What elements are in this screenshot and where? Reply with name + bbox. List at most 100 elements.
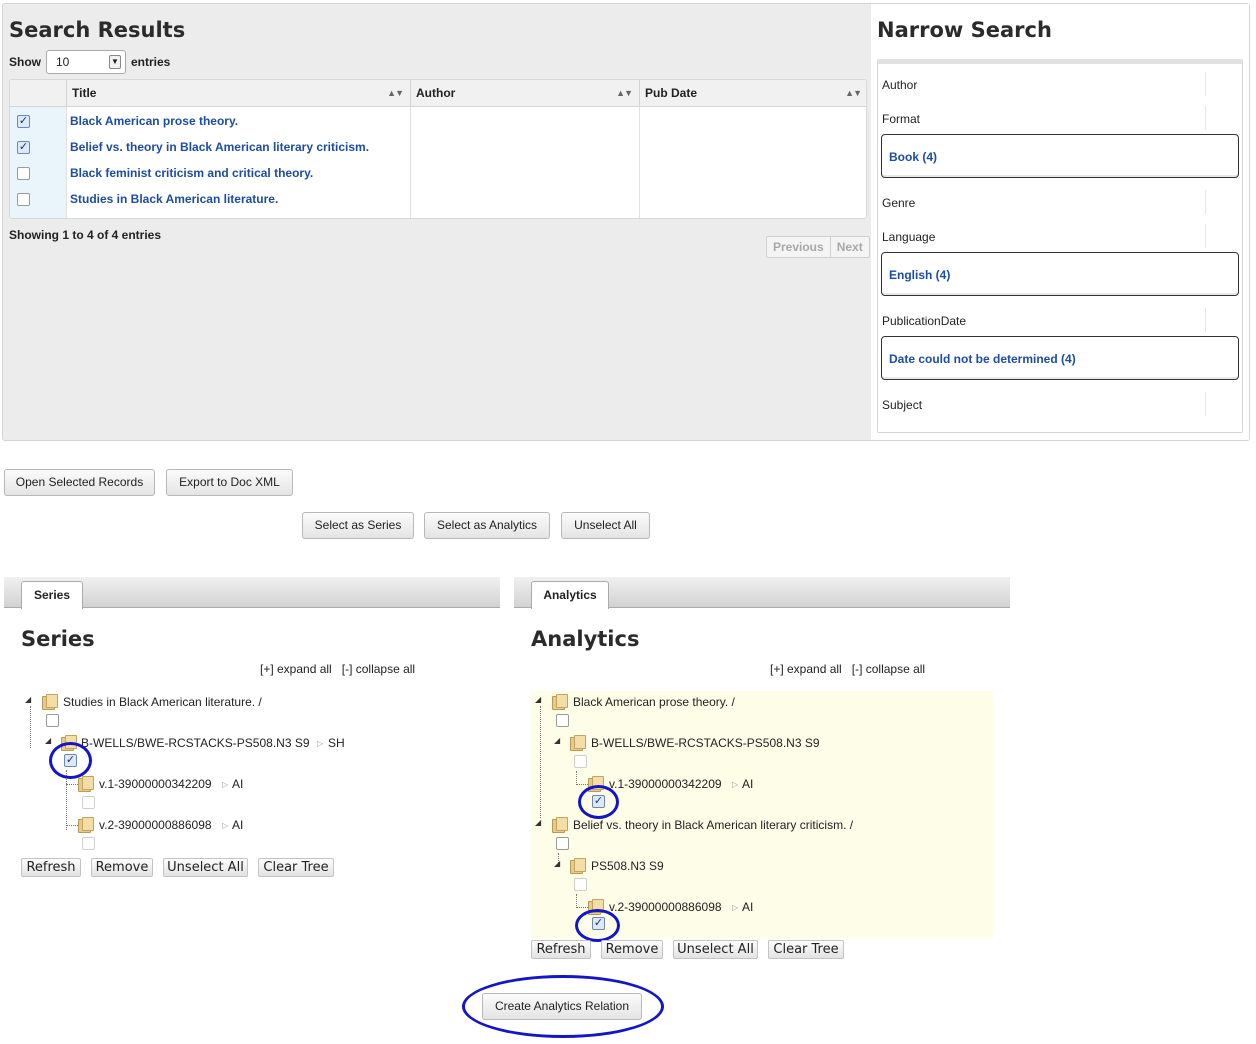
tree-node-label[interactable]: PS508.N3 S9 — [591, 859, 664, 873]
annotation-circle — [49, 742, 92, 779]
unselect-all-button[interactable]: Unselect All — [561, 512, 650, 539]
tree-expand-icon[interactable]: ◢ — [45, 736, 51, 745]
tree-node-label[interactable]: B-WELLS/BWE-RCSTACKS-PS508.N3 S9 — [591, 736, 820, 750]
tree-node-checkbox[interactable] — [556, 837, 569, 850]
tree-node-label[interactable]: v.2-39000000886098 — [99, 818, 212, 832]
tree-node-checkbox[interactable] — [46, 714, 59, 727]
facet-format[interactable]: Format — [882, 112, 920, 126]
show-label: Show — [9, 55, 41, 69]
expand-all-link[interactable]: [+] expand all — [770, 662, 842, 676]
analytics-clear-tree-button[interactable]: Clear Tree — [768, 940, 844, 959]
facet-language-value-label: English (4) — [889, 268, 951, 282]
pagination: Previous Next — [766, 236, 870, 258]
series-remove-button[interactable]: Remove — [91, 858, 153, 877]
collapse-all-link[interactable]: [-] collapse all — [342, 662, 415, 676]
folder-icon — [552, 694, 568, 710]
tree-node-checkbox[interactable] — [574, 878, 587, 891]
tree-expand-icon[interactable]: ◢ — [554, 859, 560, 868]
tree-node-label[interactable]: v.1-39000000342209 — [99, 777, 212, 791]
tree-node-checkbox[interactable] — [574, 755, 587, 768]
tree-node-tag: AI — [232, 777, 244, 791]
row-checkbox[interactable]: ✓ — [17, 141, 30, 154]
tree-type-arrow-icon: ▷ — [317, 739, 324, 748]
tree-node-checkbox[interactable] — [82, 837, 95, 850]
search-results-pane: Search Results Show 10 ▼ entries Title ▲… — [3, 4, 871, 440]
series-unselect-all-button[interactable]: Unselect All — [163, 858, 248, 877]
select-as-series-button[interactable]: Select as Series — [302, 512, 414, 539]
tree-type-arrow-icon: ▷ — [732, 903, 739, 912]
expand-all-link[interactable]: [+] expand all — [260, 662, 332, 676]
annotation-circle — [575, 909, 620, 942]
results-table: Title ▲▼ Author ▲▼ Pub Date ▲▼ ✓ Black A… — [9, 79, 867, 219]
column-title-label: Title — [72, 86, 97, 100]
open-selected-records-button[interactable]: Open Selected Records — [4, 469, 155, 496]
facet-author[interactable]: Author — [882, 78, 917, 92]
series-refresh-button[interactable]: Refresh — [21, 858, 81, 877]
table-header: Title ▲▼ Author ▲▼ Pub Date ▲▼ — [10, 80, 866, 107]
tree-node-label[interactable]: B-WELLS/BWE-RCSTACKS-PS508.N3 S9 — [81, 736, 310, 750]
showing-entries-text: Showing 1 to 4 of 4 entries — [9, 228, 162, 242]
tree-node-label[interactable]: Belief vs. theory in Black American lite… — [573, 818, 853, 832]
analytics-unselect-all-button[interactable]: Unselect All — [673, 940, 758, 959]
tree-node-checkbox[interactable] — [556, 714, 569, 727]
tree-node-checkbox[interactable] — [82, 796, 95, 809]
record-title-link[interactable]: Black American prose theory. — [70, 114, 238, 128]
facet-subject[interactable]: Subject — [882, 398, 922, 412]
analytics-refresh-button[interactable]: Refresh — [531, 940, 591, 959]
show-entries-row: Show 10 ▼ entries — [9, 50, 170, 74]
tree-node-label[interactable]: Studies in Black American literature. / — [63, 695, 262, 709]
tree-node-label[interactable]: v.2-39000000886098 — [609, 900, 722, 914]
entries-select[interactable]: 10 ▼ — [46, 50, 126, 74]
row-checkbox[interactable]: ✓ — [17, 115, 30, 128]
record-title-link[interactable]: Studies in Black American literature. — [70, 192, 278, 206]
facet-format-value-label: Book (4) — [889, 150, 937, 164]
series-expand-controls: [+] expand all [-] collapse all — [260, 662, 415, 676]
facet-format-value[interactable]: Book (4) — [881, 134, 1239, 178]
tree-node-label[interactable]: Black American prose theory. / — [573, 695, 735, 709]
facet-language[interactable]: Language — [882, 230, 935, 244]
tab-series[interactable]: Series — [21, 581, 83, 609]
column-header-title[interactable]: Title ▲▼ — [66, 80, 410, 107]
facet-publication-date[interactable]: PublicationDate — [882, 314, 966, 328]
tree-expand-icon[interactable]: ◢ — [535, 818, 541, 827]
record-title-link[interactable]: Black feminist criticism and critical th… — [70, 166, 313, 180]
collapse-all-link[interactable]: [-] collapse all — [852, 662, 925, 676]
tree-type-arrow-icon: ▷ — [222, 821, 229, 830]
tree-node-tag: AI — [742, 900, 754, 914]
column-author-label: Author — [416, 86, 456, 100]
tab-analytics[interactable]: Analytics — [531, 581, 609, 609]
tree-node-label[interactable]: v.1-39000000342209 — [609, 777, 722, 791]
series-tab-bar: Series — [4, 577, 500, 609]
series-clear-tree-button[interactable]: Clear Tree — [258, 858, 334, 877]
record-title-link[interactable]: Belief vs. theory in Black American lite… — [70, 140, 369, 154]
entries-label: entries — [131, 55, 171, 69]
column-header-pub-date[interactable]: Pub Date ▲▼ — [639, 80, 866, 107]
analytics-expand-controls: [+] expand all [-] collapse all — [770, 662, 925, 676]
facet-genre[interactable]: Genre — [882, 196, 915, 210]
tree-node-tag: SH — [328, 736, 345, 750]
row-checkbox[interactable] — [17, 167, 30, 180]
tree-expand-icon[interactable]: ◢ — [25, 695, 31, 704]
sort-icon: ▲▼ — [845, 88, 862, 98]
top-panel: Search Results Show 10 ▼ entries Title ▲… — [2, 3, 1250, 441]
folder-icon — [42, 694, 58, 710]
export-doc-xml-button[interactable]: Export to Doc XML — [166, 469, 293, 496]
row-checkbox[interactable] — [17, 193, 30, 206]
next-button[interactable]: Next — [829, 237, 869, 257]
search-results-title: Search Results — [9, 18, 186, 42]
facet-language-value[interactable]: English (4) — [881, 252, 1239, 296]
tree-expand-icon[interactable]: ◢ — [535, 695, 541, 704]
tree-expand-icon[interactable]: ◢ — [554, 736, 560, 745]
column-header-author[interactable]: Author ▲▼ — [410, 80, 639, 107]
analytics-remove-button[interactable]: Remove — [601, 940, 663, 959]
facet-publication-date-value[interactable]: Date could not be determined (4) — [881, 336, 1239, 380]
tree-node-tag: AI — [742, 777, 754, 791]
table-row: Black feminist criticism and critical th… — [10, 160, 866, 186]
previous-button[interactable]: Previous — [767, 237, 830, 257]
narrow-search-title: Narrow Search — [877, 18, 1052, 42]
facet-publication-date-value-label: Date could not be determined (4) — [889, 352, 1076, 366]
series-title: Series — [21, 627, 95, 651]
table-row: ✓ Belief vs. theory in Black American li… — [10, 134, 866, 160]
folder-icon — [78, 776, 94, 792]
select-as-analytics-button[interactable]: Select as Analytics — [424, 512, 550, 539]
